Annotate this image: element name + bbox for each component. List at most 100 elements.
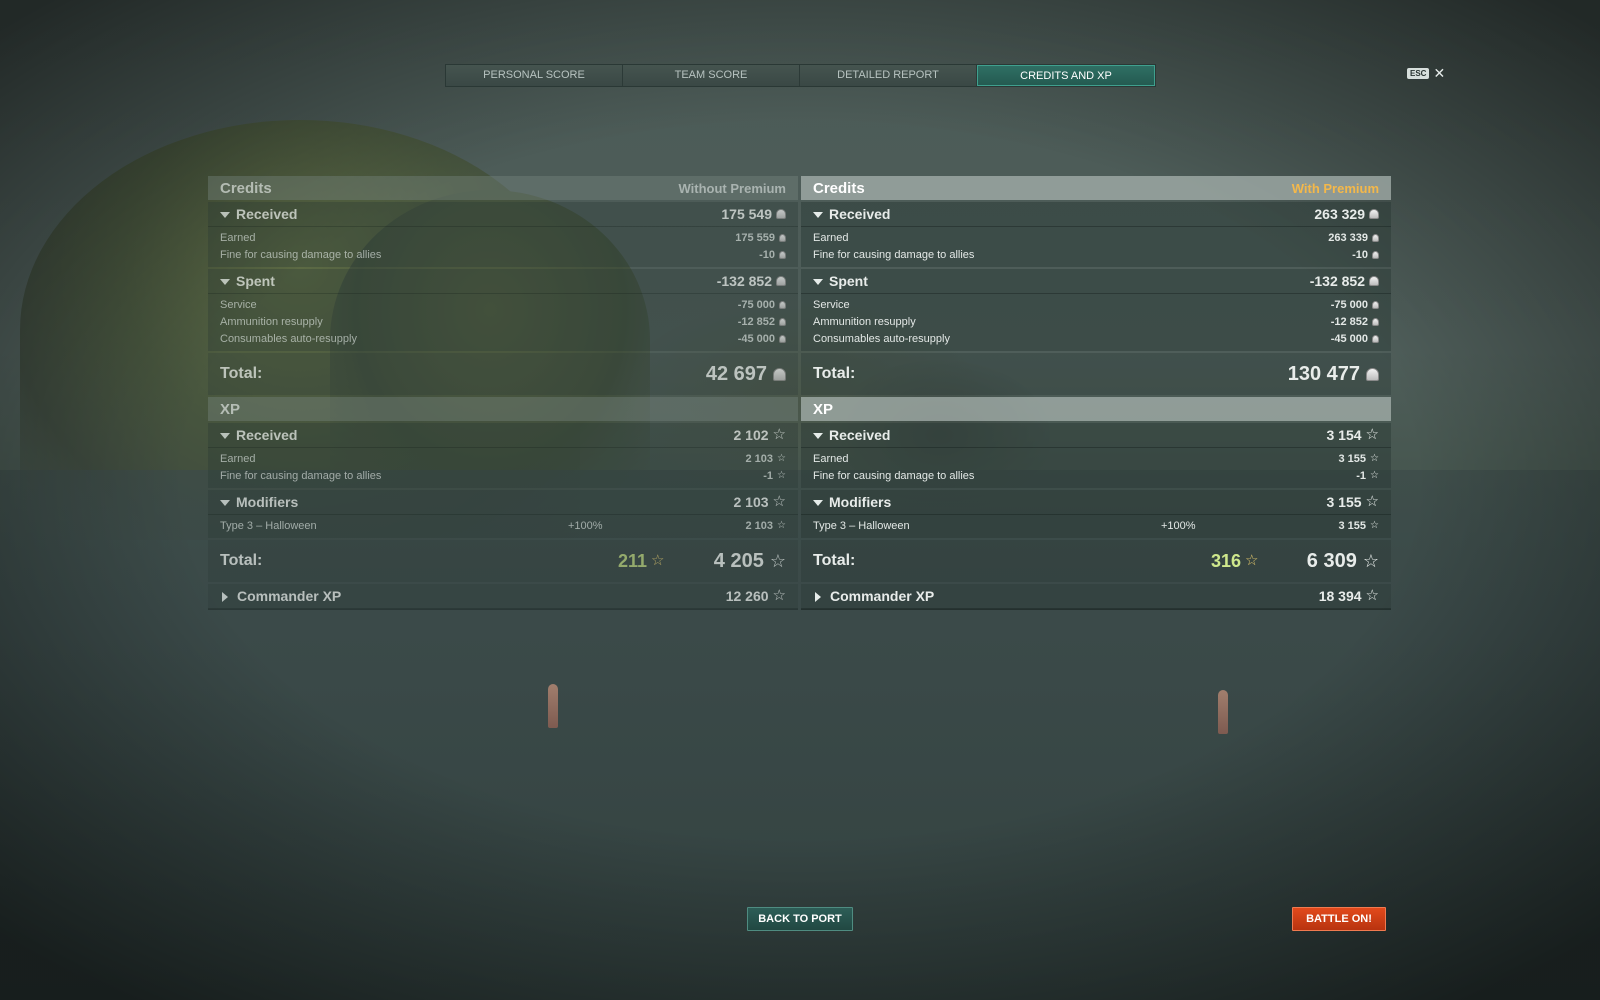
commander-xp-toggle[interactable]: Commander XP 12 260 ☆ (208, 584, 798, 609)
group-label: Received (220, 206, 297, 222)
row-value: 263 339 (1328, 232, 1379, 244)
with-premium-label: With Premium (1291, 180, 1379, 196)
credit-coin-icon (1372, 317, 1379, 326)
close-icon: ✕ (1433, 65, 1446, 81)
value-text: -12 852 (737, 315, 775, 328)
credits-spent-toggle[interactable]: Spent -132 852 (801, 269, 1391, 294)
row-value: -12 852 (738, 316, 786, 328)
row-value: -75 000 (1331, 299, 1379, 311)
star-icon: ☆ (1370, 469, 1379, 481)
buoy (1218, 690, 1228, 734)
list-item: Service -75 000 (801, 296, 1391, 313)
xp-modifiers-toggle[interactable]: Modifiers 2 103 ☆ (208, 490, 798, 515)
group-value: -132 852 (717, 273, 786, 289)
xp-modifiers-toggle[interactable]: Modifiers 3 155 ☆ (801, 490, 1391, 515)
row-label: Ammunition resupply (813, 315, 916, 328)
group-value: 263 329 (1314, 206, 1379, 222)
row-value: 3 155 ☆ (1339, 519, 1380, 533)
value-text: 316 (1211, 550, 1242, 571)
value-text: -75 000 (1330, 298, 1368, 311)
row-label: Earned (220, 452, 256, 465)
row-value: -1 ☆ (763, 469, 786, 483)
value-text: 12 260 (725, 588, 769, 604)
value-text: -12 852 (1330, 315, 1368, 328)
star-icon: ☆ (1365, 587, 1379, 604)
star-icon: ☆ (1362, 551, 1379, 571)
value-text: 175 559 (735, 231, 775, 244)
credit-coin-icon (779, 233, 786, 242)
star-icon: ☆ (772, 493, 786, 510)
esc-badge: ESC (1407, 67, 1430, 79)
value-text: 3 155 (1338, 452, 1367, 465)
list-item: Ammunition resupply -12 852 (208, 313, 798, 330)
group-value: -132 852 (1310, 273, 1379, 289)
credit-coin-icon (1372, 300, 1379, 309)
credit-coin-icon (1369, 209, 1379, 219)
modifier-percent: +100% (1161, 519, 1196, 532)
battle-on-button[interactable]: BATTLE ON! (1292, 907, 1386, 931)
credits-header: Credits With Premium (801, 176, 1391, 200)
total-value: 6 309 ☆ (1307, 550, 1379, 573)
value-text: 130 477 (1287, 362, 1360, 385)
list-item: Service -75 000 (208, 296, 798, 313)
bonus-xp: 211 ☆ (618, 551, 665, 572)
commander-xp-toggle[interactable]: Commander XP 18 394 ☆ (801, 584, 1391, 609)
tab-bar: PERSONAL SCORE TEAM SCORE DETAILED REPOR… (445, 64, 1156, 87)
tab-detailed-report[interactable]: DETAILED REPORT (800, 65, 977, 86)
tab-personal-score[interactable]: PERSONAL SCORE (446, 65, 623, 86)
value-text: -75 000 (737, 298, 775, 311)
xp-total: Total: 316 ☆ 6 309 ☆ (801, 540, 1391, 582)
commander-xp-group: Commander XP 18 394 ☆ (801, 584, 1391, 610)
list-item: Consumables auto-resupply -45 000 (208, 330, 798, 347)
star-icon: ☆ (777, 519, 786, 531)
commander-xp-group: Commander XP 12 260 ☆ (208, 584, 798, 610)
list-item: Fine for causing damage to allies -10 (208, 246, 798, 263)
value-text: 4 205 (713, 549, 764, 572)
value-text: 263 329 (1314, 206, 1365, 222)
group-value: 175 549 (721, 206, 786, 222)
credits-received-toggle[interactable]: Received 263 329 (801, 202, 1391, 227)
list-item: Earned 175 559 (208, 229, 798, 246)
group-value: 18 394 ☆ (1319, 588, 1379, 604)
row-label: Consumables auto-resupply (220, 332, 357, 345)
group-label: Received (220, 427, 297, 443)
list-item: Ammunition resupply -12 852 (801, 313, 1391, 330)
xp-header: XP (208, 397, 798, 421)
xp-received-group: Received 3 154 ☆ Earned 3 155 ☆ Fine for c… (801, 423, 1391, 488)
row-label: Fine for causing damage to allies (220, 469, 382, 482)
value-text: 18 394 (1318, 588, 1362, 604)
group-label: Commander XP (813, 588, 934, 604)
credits-spent-toggle[interactable]: Spent -132 852 (208, 269, 798, 294)
esc-close-button[interactable]: ESC ✕ (1407, 65, 1446, 81)
xp-received-toggle[interactable]: Received 2 102 ☆ (208, 423, 798, 448)
total-label: Total: (220, 552, 263, 569)
total-value: 130 477 (1288, 363, 1379, 386)
group-value: 3 155 ☆ (1327, 494, 1380, 510)
value-text: 6 309 (1306, 549, 1357, 572)
xp-received-toggle[interactable]: Received 3 154 ☆ (801, 423, 1391, 448)
credits-header: Credits Without Premium (208, 176, 798, 200)
back-to-port-button[interactable]: BACK TO PORT (747, 907, 853, 931)
group-label: Modifiers (813, 494, 891, 510)
star-icon: ☆ (772, 426, 786, 443)
star-icon: ☆ (772, 587, 786, 604)
row-value: 2 103 ☆ (746, 519, 787, 533)
tab-credits-and-xp[interactable]: CREDITS AND XP (977, 65, 1155, 86)
list-item: Type 3 – Halloween +100% 2 103 ☆ (208, 517, 798, 534)
credits-spent-group: Spent -132 852 Service -75 000 Ammunitio… (208, 269, 798, 351)
value-text: -132 852 (1309, 273, 1365, 289)
xp-title: XP (813, 400, 834, 418)
value-text: -10 (1352, 248, 1368, 261)
value-text: -10 (759, 248, 775, 261)
credit-coin-icon (1372, 334, 1379, 343)
credit-coin-icon (776, 276, 786, 286)
credits-received-toggle[interactable]: Received 175 549 (208, 202, 798, 227)
group-label: Received (813, 206, 890, 222)
tab-team-score[interactable]: TEAM SCORE (623, 65, 800, 86)
total-label: Total: (813, 365, 856, 382)
group-label: Commander XP (220, 588, 341, 604)
star-icon: ☆ (769, 551, 786, 571)
row-label: Ammunition resupply (220, 315, 323, 328)
value-text: -45 000 (737, 332, 775, 345)
group-value: 2 102 ☆ (734, 427, 787, 443)
